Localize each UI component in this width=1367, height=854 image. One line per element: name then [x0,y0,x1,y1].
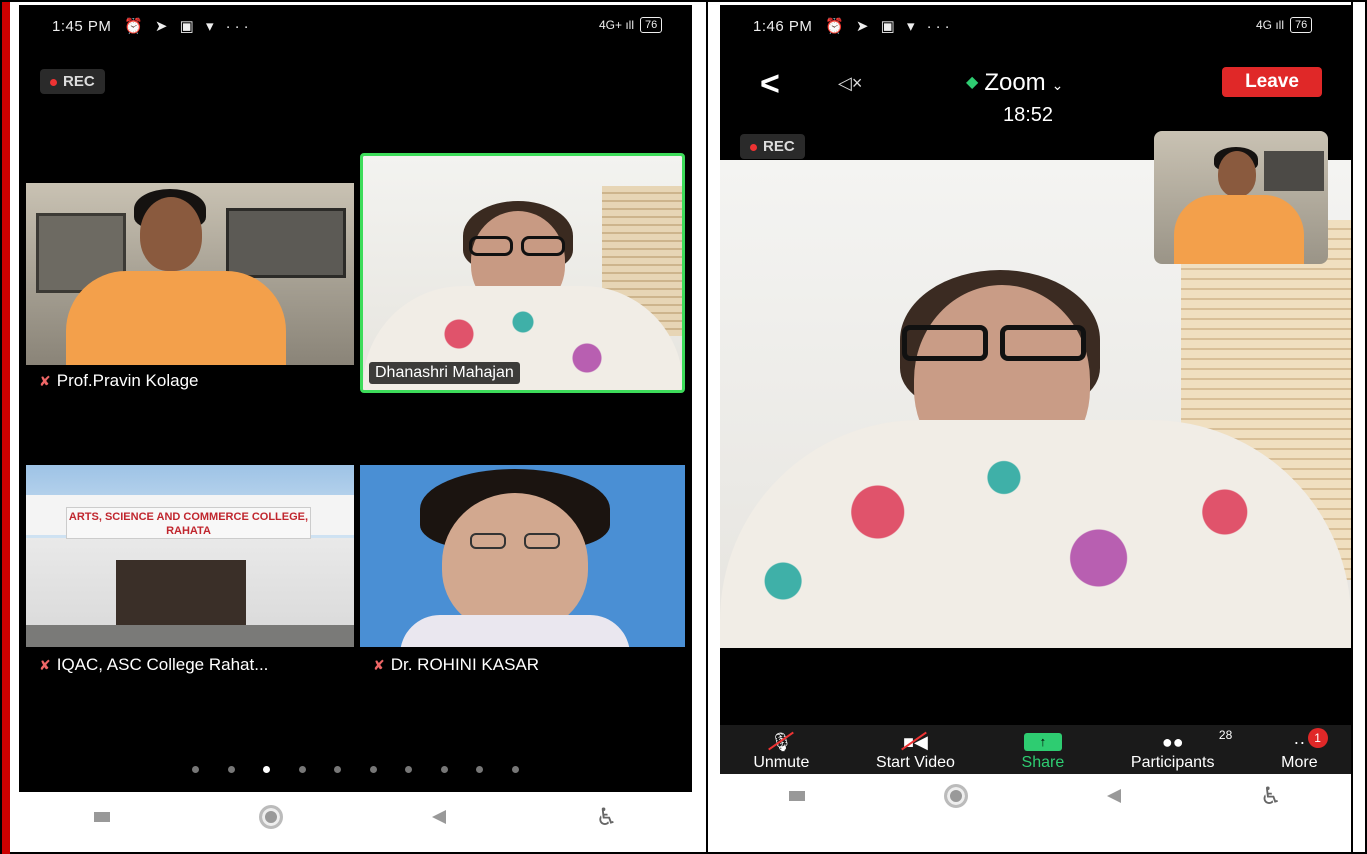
participant-name: ✘ Prof.Pravin Kolage [39,371,199,390]
home-icon[interactable] [944,784,969,808]
panel-divider [706,0,708,854]
page-indicator[interactable] [19,760,692,778]
record-dot-icon [50,78,57,86]
self-view-thumbnail[interactable] [1154,131,1328,264]
page-dot[interactable] [334,766,342,773]
back-icon[interactable] [1107,789,1122,803]
record-dot-icon [750,143,757,151]
muted-mic-icon: ✘ [39,373,51,389]
page-dot[interactable] [511,766,519,773]
android-nav-bar: ♿︎ [720,774,1351,818]
notification-badge: 1 [1307,728,1328,748]
more-dots-icon: ·· [1293,731,1306,752]
page-dot[interactable] [192,766,200,773]
status-time: 1:45 PM [52,18,112,35]
muted-mic-icon: ✘ [39,657,51,673]
shield-icon: ◆ [966,74,979,91]
accessibility-icon[interactable]: ♿︎ [1260,782,1282,811]
meeting-timer: 18:52 [1003,104,1054,126]
status-icons: ⏰ ➤ ▣ ▾ ··· [124,18,253,35]
page-dot[interactable] [440,766,448,773]
page-dot[interactable] [405,766,413,773]
status-bar: 1:46 PM ⏰ ➤ ▣ ▾ ··· [753,17,954,35]
unmute-button[interactable]: 🎙︎ Unmute [753,730,809,772]
page-dot[interactable] [298,766,306,773]
video-tile-iqac[interactable]: ARTS, SCIENCE AND COMMERCE COLLEGE, RAHA… [26,465,354,647]
status-time: 1:46 PM [753,18,813,35]
participant-name: ✘ IQAC, ASC College Rahat... [39,655,269,674]
speaker-muted-icon[interactable]: ◁× [838,73,862,94]
participants-button[interactable]: ●● 28 Participants [1131,728,1232,772]
recording-badge: REC [40,69,105,94]
muted-mic-icon: ✘ [373,657,385,673]
college-sign: ARTS, SCIENCE AND COMMERCE COLLEGE, RAHA… [66,507,311,539]
meeting-top-bar: < ◁× ◆ Zoom ⌄ 18:52 Leave [720,65,1351,126]
share-button[interactable]: ↑ Share [1022,730,1064,772]
start-video-button[interactable]: ■◀ Start Video [876,730,955,772]
video-off-icon: ■◀ [903,730,928,754]
battery-icon: 76 [640,17,663,33]
accessibility-icon[interactable]: ♿︎ [596,803,618,832]
chevron-down-icon: ⌄ [1051,77,1064,93]
page-dot[interactable] [227,766,235,773]
gallery-view-screen: 1:45 PM ⏰ ➤ ▣ ▾ ··· 4G+ ıll 76 REC ✘ Prof… [19,5,692,792]
android-nav-bar: ♿︎ [19,792,692,842]
recording-badge: REC [740,134,805,159]
participant-name: Dhanashri Mahajan [369,362,520,384]
page-dot[interactable] [369,766,377,773]
microphone-muted-icon: 🎙︎ [770,730,793,754]
share-arrow-icon: ↑ [1023,733,1062,751]
video-tile-rohini[interactable] [360,465,685,647]
status-icons: ⏰ ➤ ▣ ▾ ··· [825,18,954,35]
shelf-right [226,208,346,278]
leave-button[interactable]: Leave [1222,67,1322,97]
speaker-view-screen: 1:46 PM ⏰ ➤ ▣ ▾ ··· 4G ıll 76 < ◁× ◆ Zoom… [720,5,1351,774]
page-dot-active[interactable] [263,766,271,773]
status-bar: 1:45 PM ⏰ ➤ ▣ ▾ ··· [52,17,253,35]
meeting-title[interactable]: ◆ Zoom ⌄ [966,69,1063,97]
signal-icon: 4G ıll [1256,18,1285,32]
recents-icon[interactable] [789,791,806,801]
participants-icon: ●● [1161,731,1184,752]
page-dot[interactable] [476,766,484,773]
back-icon[interactable] [432,810,447,824]
participants-count: 28 [1218,728,1233,742]
meeting-toolbar: 🎙︎ Unmute ■◀ Start Video ↑ Share ●● 28 P… [720,725,1351,774]
video-tile-dhanashri[interactable]: Dhanashri Mahajan [360,153,685,393]
recents-icon[interactable] [93,812,110,822]
status-right: 4G ıll 76 [1256,17,1313,33]
signal-icon: 4G+ ıll [599,18,635,32]
home-icon[interactable] [259,805,284,829]
status-right: 4G+ ıll 76 [599,17,663,33]
right-border [1351,0,1353,854]
back-chevron-icon[interactable]: < [760,65,780,104]
participant-name: ✘ Dr. ROHINI KASAR [373,655,540,674]
battery-icon: 76 [1290,17,1313,33]
video-tile-pravin[interactable] [26,183,354,365]
more-button[interactable]: ·· 1 More [1281,728,1328,772]
